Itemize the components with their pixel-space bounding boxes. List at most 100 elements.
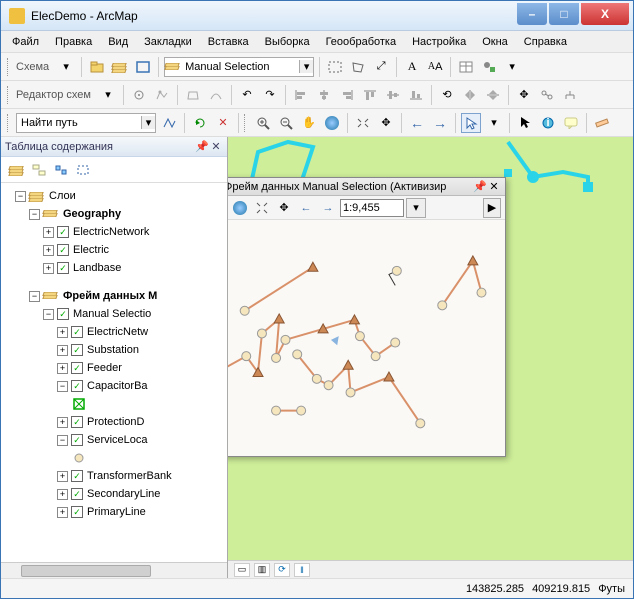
tool-refresh-icon[interactable] [190, 113, 210, 133]
expand-icon[interactable]: + [57, 363, 68, 374]
map-canvas[interactable]: Просмотр - Фрейм данных Manual Selection… [228, 137, 633, 578]
pin-icon[interactable]: 📌 [195, 140, 209, 154]
toolbar-grip[interactable] [244, 114, 248, 132]
expand-icon[interactable]: + [57, 345, 68, 356]
titlebar[interactable]: ElecDemo - ArcMap – □ X [1, 1, 633, 31]
tree-root[interactable]: − Слои [3, 187, 225, 205]
expand-icon[interactable]: + [57, 489, 68, 500]
tool-textsup-icon[interactable]: AA [425, 57, 445, 77]
chevron-down-icon[interactable]: ▾ [141, 116, 155, 129]
tool-node-icon[interactable] [129, 85, 149, 105]
preview-window[interactable]: Просмотр - Фрейм данных Manual Selection… [228, 177, 506, 457]
cursor-icon[interactable] [515, 113, 535, 133]
tree-group-geography[interactable]: − Geography [3, 205, 225, 223]
expand-icon[interactable]: + [43, 245, 54, 256]
menu-geoprocessing[interactable]: Геообработка [319, 34, 404, 50]
tree-item[interactable]: −✓Manual Selectio [3, 305, 225, 323]
checkbox[interactable]: ✓ [71, 344, 83, 356]
toolbar-grip[interactable] [7, 58, 11, 76]
chevron-down-icon[interactable]: ▾ [299, 60, 313, 73]
tool-text-icon[interactable]: A [402, 57, 422, 77]
menu-file[interactable]: Файл [5, 34, 46, 50]
pan-cross-icon[interactable]: ✥ [274, 198, 294, 218]
expand-icon[interactable]: + [57, 471, 68, 482]
pause-button[interactable]: ‖ [294, 563, 310, 577]
tool-fullext-icon[interactable]: ⤢ [371, 57, 391, 77]
toolbar-grip[interactable] [7, 86, 11, 104]
tree-item[interactable]: +✓Landbase [3, 259, 225, 277]
close-icon[interactable]: ✕ [487, 180, 501, 193]
tool-gear-tree-icon[interactable] [479, 57, 499, 77]
preview-canvas[interactable] [228, 220, 505, 456]
tool-align-c-icon[interactable] [314, 85, 334, 105]
checkbox[interactable]: ✓ [71, 380, 83, 392]
expand-icon[interactable]: + [43, 227, 54, 238]
menu-windows[interactable]: Окна [475, 34, 515, 50]
tool-curve-icon[interactable] [206, 85, 226, 105]
identify-icon[interactable]: i [538, 113, 558, 133]
expand-icon[interactable]: + [57, 327, 68, 338]
expand-icon[interactable]: + [57, 507, 68, 518]
collapse-icon[interactable]: − [43, 309, 54, 320]
tool-align-l-icon[interactable] [291, 85, 311, 105]
expand-icon[interactable]: + [57, 417, 68, 428]
toolbar-grip[interactable] [7, 114, 11, 132]
pan-cross-icon[interactable]: ✥ [376, 113, 396, 133]
tree-item[interactable]: +✓Electric [3, 241, 225, 259]
checkbox[interactable]: ✓ [71, 434, 83, 446]
tree-item[interactable]: +✓Feeder [3, 359, 225, 377]
editor-dropdown-icon[interactable]: ▾ [98, 85, 118, 105]
menu-edit[interactable]: Правка [48, 34, 99, 50]
collapse-icon[interactable]: − [29, 291, 40, 302]
select-tool-icon[interactable] [461, 113, 481, 133]
tool-table-icon[interactable] [456, 57, 476, 77]
tool-poly-select-icon[interactable] [348, 57, 368, 77]
layout-view-button[interactable]: ▥ [254, 563, 270, 577]
checkbox[interactable]: ✓ [71, 488, 83, 500]
forward-icon[interactable]: → [318, 198, 338, 218]
back-icon[interactable]: ← [407, 113, 427, 133]
tree-item[interactable]: +✓SecondaryLine [3, 485, 225, 503]
tree-item[interactable]: −✓ServiceLoca [3, 431, 225, 449]
info-balloon-icon[interactable] [561, 113, 581, 133]
find-path-dropdown[interactable]: Найти путь ▾ [16, 113, 156, 133]
tool-align-r-icon[interactable] [337, 85, 357, 105]
tree-item[interactable]: +✓ElectricNetwork [3, 223, 225, 241]
menu-view[interactable]: Вид [101, 34, 135, 50]
tree-item[interactable]: +✓Substation [3, 341, 225, 359]
full-extent-icon[interactable] [322, 113, 342, 133]
collapse-icon[interactable]: − [29, 209, 40, 220]
tool-link-icon[interactable] [537, 85, 557, 105]
tool-flip-h-icon[interactable] [460, 85, 480, 105]
pan-hand-icon[interactable]: ✋ [299, 113, 319, 133]
zoom-full-icon[interactable] [252, 198, 272, 218]
checkbox[interactable]: ✓ [71, 326, 83, 338]
tree-item[interactable]: +✓TransformerBank [3, 467, 225, 485]
zoom-full-icon[interactable] [353, 113, 373, 133]
close-icon[interactable]: ✕ [209, 140, 223, 154]
checkbox[interactable]: ✓ [57, 262, 69, 274]
collapse-icon[interactable]: − [57, 381, 68, 392]
tool-undo-icon[interactable]: ↶ [237, 85, 257, 105]
toolbar-dropdown-icon[interactable]: ▾ [56, 57, 76, 77]
tool-route-icon[interactable] [159, 113, 179, 133]
select-dropdown-icon[interactable]: ▾ [484, 113, 504, 133]
toolbar-dropdown2-icon[interactable]: ▾ [502, 57, 522, 77]
close-button[interactable]: X [581, 3, 629, 25]
checkbox[interactable]: ✓ [57, 226, 69, 238]
tool-align-b-icon[interactable] [406, 85, 426, 105]
menu-selection[interactable]: Выборка [258, 34, 317, 50]
checkbox[interactable]: ✓ [57, 244, 69, 256]
tree-item[interactable]: +✓PrimaryLine [3, 503, 225, 521]
tool-poly-icon[interactable] [183, 85, 203, 105]
menu-bookmarks[interactable]: Закладки [137, 34, 199, 50]
checkbox[interactable]: ✓ [71, 506, 83, 518]
tool-rotate-icon[interactable]: ⟲ [437, 85, 457, 105]
open-icon[interactable] [87, 57, 107, 77]
tool-redo-icon[interactable]: ↷ [260, 85, 280, 105]
menu-insert[interactable]: Вставка [201, 34, 256, 50]
measure-icon[interactable] [592, 113, 612, 133]
back-icon[interactable]: ← [296, 198, 316, 218]
toc-hscroll[interactable] [1, 562, 227, 578]
refresh-button[interactable]: ⟳ [274, 563, 290, 577]
